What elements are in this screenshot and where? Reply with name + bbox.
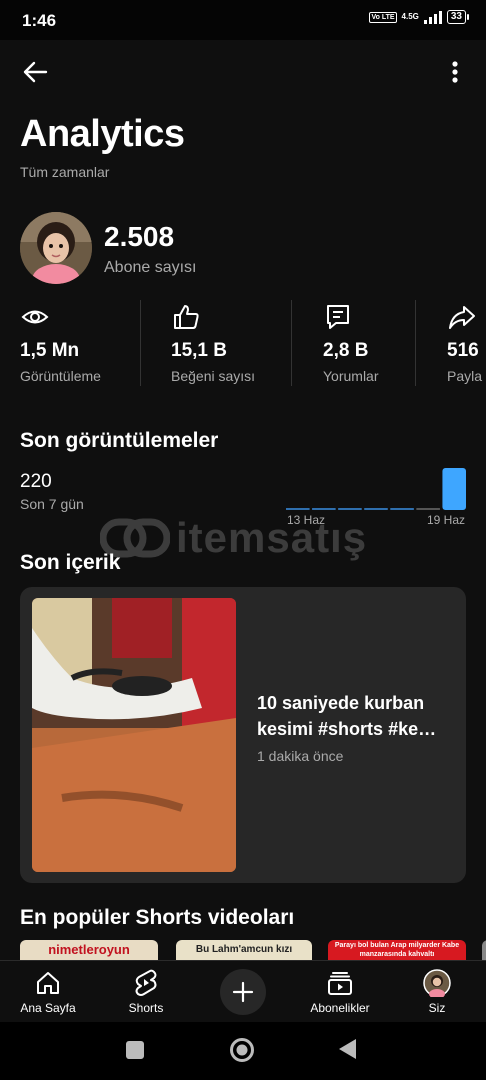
chart-bar (442, 468, 466, 510)
watermark-text: itemsatış (176, 514, 368, 561)
short-thumbnail[interactable]: Bu Lahm'amcun kızı (176, 940, 312, 960)
likes-label: Beğeni sayısı (171, 368, 256, 384)
stat-shares[interactable]: 516 Payla (447, 300, 486, 386)
triangle-back-icon (339, 1039, 356, 1059)
views-value: 1,5 Mn (20, 340, 80, 361)
chart-bar (416, 508, 440, 510)
video-thumbnail[interactable] (32, 598, 236, 872)
chart-end-label: 19 Haz (427, 513, 465, 527)
recent-content-title: Son içerik (20, 551, 121, 574)
status-bar: 1:46 Vo LTE 4.5G 33 (0, 0, 486, 40)
home-icon (37, 972, 59, 994)
nav-you[interactable]: Siz (397, 969, 477, 1015)
nav-home[interactable]: Ana Sayfa (8, 969, 88, 1015)
subscriber-label: Abone sayısı (104, 259, 197, 276)
recents-button[interactable] (125, 1040, 145, 1065)
back-system-button[interactable] (338, 1038, 358, 1065)
home-system-button[interactable] (229, 1037, 255, 1068)
recent-views-period: Son 7 gün (20, 496, 84, 512)
channel-avatar[interactable] (20, 212, 92, 284)
comments-label: Yorumlar (323, 368, 379, 384)
arrow-left-icon (23, 61, 48, 83)
nav-shorts-label: Shorts (128, 1001, 164, 1015)
thumbs-up-icon (174, 305, 199, 329)
more-vert-icon (452, 61, 458, 83)
video-published-time: 1 dakika önce (257, 748, 344, 764)
thumbnail-image (32, 598, 236, 872)
network-type: 4.5G (401, 12, 419, 21)
volte-indicator: Vo LTE (369, 11, 397, 23)
chart-bar (390, 508, 414, 510)
stat-comments[interactable]: 2,8 B Yorumlar (323, 300, 413, 386)
circle-icon (230, 1038, 254, 1062)
status-icons: Vo LTE 4.5G 33 (369, 10, 470, 24)
subscriptions-icon (328, 972, 352, 995)
create-button[interactable] (220, 969, 266, 1015)
recent-views-value: 220 (20, 471, 52, 492)
likes-value: 15,1 B (171, 340, 227, 361)
short-thumbnail[interactable]: Parayı bol bulan Arap milyarder Kabe man… (328, 940, 466, 960)
share-icon (449, 306, 475, 329)
chart-bar (338, 508, 362, 510)
comments-value: 2,8 B (323, 340, 369, 361)
popular-shorts-title: En popüler Shorts videoları (20, 906, 295, 929)
chart-bar (364, 508, 388, 510)
chart-bar (286, 508, 310, 510)
nav-shorts[interactable]: Shorts (106, 969, 186, 1015)
plus-icon (232, 981, 254, 1003)
date-range-label: Tüm zamanlar (20, 164, 110, 180)
video-title[interactable]: 10 saniyede kurban kesimi #shorts #ke… (257, 690, 453, 742)
nav-you-label: Siz (428, 1001, 446, 1015)
more-options-button[interactable] (438, 55, 472, 89)
shares-label: Payla (447, 368, 483, 384)
nav-subscriptions-label: Abonelikler (310, 1001, 370, 1015)
shares-value: 516 (447, 340, 479, 361)
signal-icon (423, 10, 442, 24)
stat-likes[interactable]: 15,1 B Beğeni sayısı (171, 300, 281, 386)
watermark: itemsatış (100, 513, 390, 563)
square-icon (126, 1041, 144, 1059)
eye-icon (21, 310, 49, 324)
nav-subscriptions[interactable]: Abonelikler (300, 969, 380, 1015)
profile-avatar-icon (423, 969, 451, 997)
recent-video-card[interactable]: 10 saniyede kurban kesimi #shorts #ke… 1… (20, 587, 466, 883)
battery-indicator: 33 (446, 10, 470, 24)
short-thumbnail[interactable] (482, 940, 486, 960)
page-title: Analytics (20, 113, 185, 155)
recent-views-title: Son görüntülemeler (20, 429, 219, 452)
stat-views[interactable]: 1,5 Mn Görüntüleme (20, 300, 130, 386)
status-time: 1:46 (22, 11, 57, 30)
shorts-icon (135, 969, 157, 996)
stat-divider (415, 300, 416, 386)
avatar-image (20, 212, 92, 284)
stat-divider (291, 300, 292, 386)
system-navigation-bar (0, 1022, 486, 1080)
back-button[interactable] (18, 55, 52, 89)
nav-home-label: Ana Sayfa (20, 1001, 76, 1015)
chart-bar (312, 508, 336, 510)
comment-icon (327, 305, 349, 329)
popular-shorts-row: nimetleroyun Bu Lahm'amcun kızı Parayı b… (20, 940, 486, 960)
stat-divider (140, 300, 141, 386)
subscriber-count: 2.508 (104, 221, 175, 252)
short-thumbnail[interactable]: nimetleroyun (20, 940, 158, 960)
views-label: Görüntüleme (20, 368, 101, 384)
bottom-navigation: Ana Sayfa Shorts Abonelikler Siz (0, 960, 486, 1023)
